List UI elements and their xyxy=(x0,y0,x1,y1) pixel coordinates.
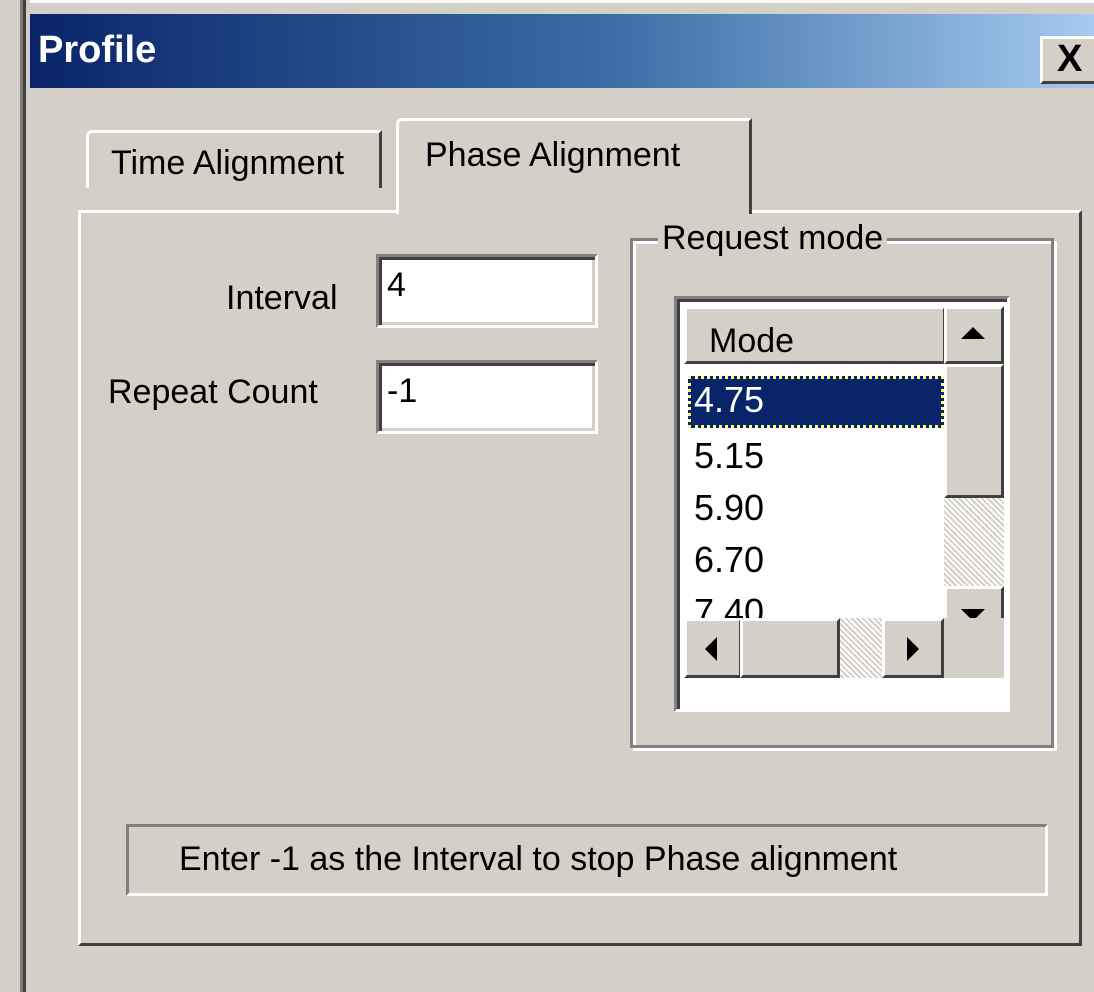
list-item[interactable]: 6.70 xyxy=(688,536,944,588)
scroll-corner xyxy=(944,618,1004,678)
window-title: Profile xyxy=(38,29,157,71)
mode-column-header[interactable]: Mode xyxy=(684,306,946,364)
tab-label: Phase Alignment xyxy=(425,136,681,174)
title-bar[interactable]: Profile X xyxy=(30,14,1094,88)
arrow-up-icon xyxy=(961,327,985,339)
horizontal-scroll-thumb[interactable] xyxy=(740,618,840,678)
interval-label: Interval xyxy=(226,279,338,317)
tab-phase-alignment[interactable]: Phase Alignment xyxy=(396,118,752,214)
vertical-scroll-thumb[interactable] xyxy=(944,364,1004,498)
scroll-right-button[interactable] xyxy=(882,618,944,678)
tab-label: Time Alignment xyxy=(111,144,345,182)
close-button[interactable]: X xyxy=(1040,36,1094,84)
request-mode-title: Request mode xyxy=(658,218,888,258)
list-item[interactable]: 5.15 xyxy=(688,432,944,484)
arrow-right-icon xyxy=(907,637,919,661)
list-item[interactable]: 4.75 xyxy=(688,376,944,428)
profile-dialog: Profile X Time Alignment Phase Alignment… xyxy=(30,0,1094,992)
arrow-left-icon xyxy=(705,637,717,661)
repeat-count-input[interactable]: -1 xyxy=(376,360,598,434)
list-item[interactable]: 5.90 xyxy=(688,484,944,536)
tab-time-alignment[interactable]: Time Alignment xyxy=(86,130,382,188)
interval-input[interactable]: 4 xyxy=(376,254,598,328)
scroll-left-button[interactable] xyxy=(684,618,742,678)
hint-text-box: Enter -1 as the Interval to stop Phase a… xyxy=(126,824,1048,896)
repeat-count-label: Repeat Count xyxy=(108,373,318,411)
window-top-border xyxy=(30,0,1094,8)
window-left-edge xyxy=(0,0,30,992)
scroll-up-button[interactable] xyxy=(944,306,1004,364)
